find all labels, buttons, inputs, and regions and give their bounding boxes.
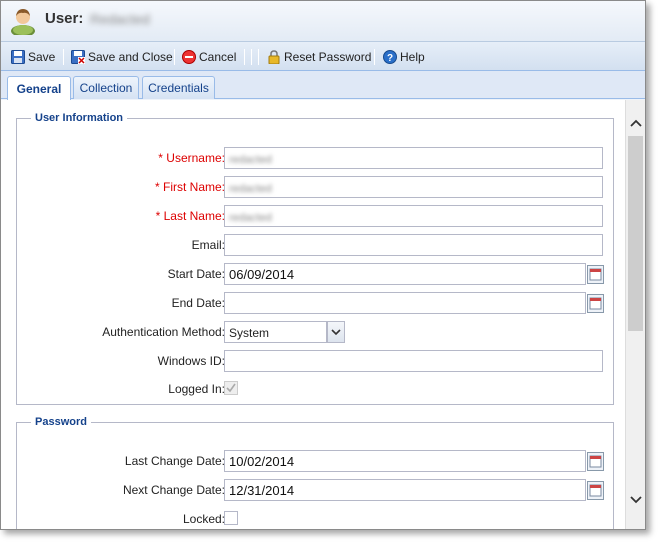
reset-password-button[interactable]: Reset Password — [267, 47, 371, 67]
user-editor-window: User: Redacted Save Save and Close Cance… — [0, 0, 646, 530]
floppy-disk-icon — [11, 50, 25, 64]
auth-method-select[interactable]: System — [224, 321, 327, 343]
calendar-icon[interactable] — [587, 294, 604, 313]
help-label: Help — [400, 50, 425, 64]
save-and-close-label: Save and Close — [88, 50, 173, 64]
last-name-label: * Last Name: — [155, 209, 225, 223]
reset-password-label: Reset Password — [284, 50, 372, 64]
tab-strip: General Collection Credentials — [1, 71, 645, 100]
auth-method-label: Authentication Method: — [102, 325, 225, 339]
email-label: Email: — [191, 238, 225, 252]
next-change-date-field[interactable]: 12/31/2014 — [224, 479, 586, 501]
toolbar-separator — [174, 49, 175, 65]
scroll-up-button[interactable] — [629, 116, 643, 130]
toolbar-separator — [63, 49, 64, 65]
username-value: redacted — [229, 154, 272, 166]
last-change-date-field[interactable]: 10/02/2014 — [224, 450, 586, 472]
username-label: * Username: — [158, 151, 225, 165]
scrollbar-thumb[interactable] — [628, 136, 643, 331]
email-row: Email: — [17, 234, 613, 256]
cancel-circle-icon — [182, 50, 196, 64]
logged-in-label: Logged In: — [168, 382, 225, 396]
last-name-value: redacted — [229, 212, 272, 224]
auth-method-row: Authentication Method: System — [17, 321, 613, 343]
toolbar-separator — [258, 49, 259, 65]
window-title-user: Redacted — [90, 11, 150, 27]
last-change-date-label: Last Change Date: — [124, 454, 225, 468]
help-circle-icon: ? — [383, 50, 397, 64]
windows-id-field[interactable] — [224, 350, 603, 372]
end-date-field[interactable] — [224, 292, 586, 314]
calendar-icon[interactable] — [587, 452, 604, 471]
locked-checkbox[interactable] — [224, 511, 238, 525]
start-date-label: Start Date: — [167, 267, 225, 281]
start-date-row: Start Date: 06/09/2014 — [17, 263, 613, 285]
first-name-value: redacted — [229, 183, 272, 195]
windows-id-label: Windows ID: — [157, 354, 225, 368]
first-name-field[interactable]: redacted — [224, 176, 603, 198]
last-name-row: * Last Name: redacted — [17, 205, 613, 227]
password-legend: Password — [35, 416, 87, 428]
tab-general[interactable]: General — [7, 76, 71, 100]
toolbar-separator — [251, 49, 252, 65]
window-title: User: — [45, 10, 84, 27]
last-name-field[interactable]: redacted — [224, 205, 603, 227]
username-row: * Username: redacted — [17, 147, 613, 169]
end-date-label: End Date: — [171, 296, 225, 310]
save-label: Save — [28, 50, 56, 64]
username-field[interactable]: redacted — [224, 147, 603, 169]
title-bar: User: Redacted — [1, 1, 645, 41]
next-change-date-label: Next Change Date: — [122, 483, 225, 497]
save-and-close-button[interactable]: Save and Close — [71, 47, 173, 67]
last-change-date-row: Last Change Date: 10/02/2014 — [17, 450, 613, 472]
vertical-scrollbar[interactable] — [625, 100, 645, 529]
cancel-label: Cancel — [199, 50, 237, 64]
start-date-field[interactable]: 06/09/2014 — [224, 263, 586, 285]
cancel-button[interactable]: Cancel — [182, 47, 236, 67]
checkmark-icon — [226, 383, 236, 393]
svg-text:?: ? — [387, 53, 393, 64]
logged-in-checkbox — [224, 381, 238, 395]
general-tab-content: User Information * Username: redacted * … — [1, 100, 625, 529]
locked-row: Locked: — [17, 508, 613, 529]
padlock-icon — [268, 50, 280, 64]
save-button[interactable]: Save — [11, 47, 55, 67]
scroll-down-button[interactable] — [629, 493, 643, 507]
calendar-icon[interactable] — [587, 481, 604, 500]
windows-id-row: Windows ID: — [17, 350, 613, 372]
tab-collection[interactable]: Collection — [73, 76, 139, 99]
first-name-label: * First Name: — [154, 180, 225, 194]
first-name-row: * First Name: redacted — [17, 176, 613, 198]
floppy-disk-close-icon — [71, 50, 85, 64]
calendar-icon[interactable] — [587, 265, 604, 284]
auth-method-dropdown-button[interactable] — [327, 321, 345, 343]
toolbar-separator — [374, 49, 375, 65]
user-avatar-icon — [11, 9, 35, 35]
end-date-row: End Date: — [17, 292, 613, 314]
locked-label: Locked: — [182, 512, 225, 526]
logged-in-row: Logged In: — [17, 378, 613, 400]
user-information-legend: User Information — [35, 112, 124, 124]
help-button[interactable]: ? Help — [383, 47, 425, 67]
chevron-up-icon — [630, 119, 642, 127]
chevron-down-icon — [630, 496, 642, 504]
toolbar: Save Save and Close Cancel Reset Passwor… — [1, 41, 645, 71]
next-change-date-row: Next Change Date: 12/31/2014 — [17, 479, 613, 501]
password-section: Password Last Change Date: 10/02/2014 Ne… — [16, 416, 614, 529]
toolbar-separator — [244, 49, 245, 65]
email-field[interactable] — [224, 234, 603, 256]
user-information-section: User Information * Username: redacted * … — [16, 112, 614, 405]
tab-credentials[interactable]: Credentials — [142, 76, 215, 99]
chevron-down-icon — [331, 329, 341, 336]
